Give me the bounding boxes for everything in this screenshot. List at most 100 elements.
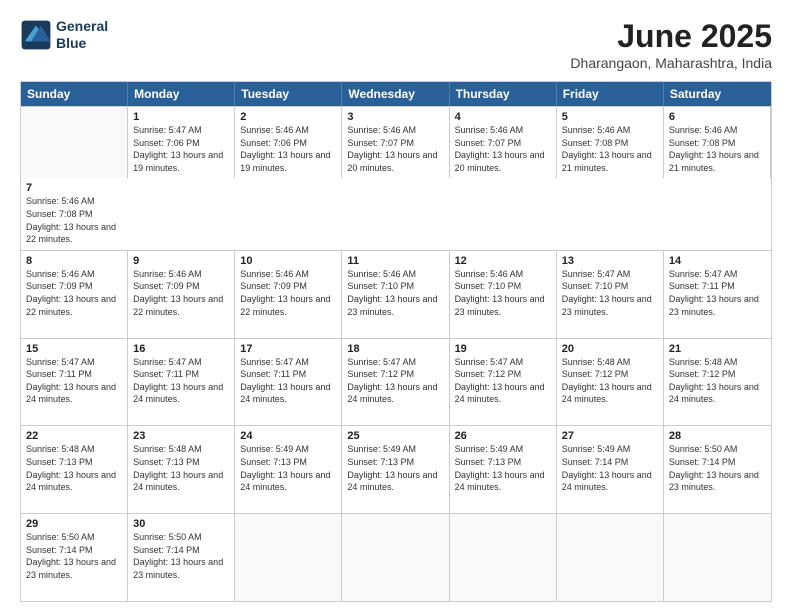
- calendar-cell: 30Sunrise: 5:50 AMSunset: 7:14 PMDayligh…: [128, 514, 235, 601]
- day-number: 18: [347, 343, 443, 355]
- cell-info: Sunrise: 5:46 AMSunset: 7:09 PMDaylight:…: [240, 268, 336, 318]
- calendar-cell: 2Sunrise: 5:46 AMSunset: 7:06 PMDaylight…: [235, 107, 342, 178]
- calendar-cell: 20Sunrise: 5:48 AMSunset: 7:12 PMDayligh…: [557, 339, 664, 426]
- cell-info: Sunrise: 5:50 AMSunset: 7:14 PMDaylight:…: [133, 531, 229, 581]
- cell-info: Sunrise: 5:48 AMSunset: 7:13 PMDaylight:…: [133, 443, 229, 493]
- cell-info: Sunrise: 5:47 AMSunset: 7:12 PMDaylight:…: [347, 356, 443, 406]
- cell-info: Sunrise: 5:47 AMSunset: 7:11 PMDaylight:…: [26, 356, 122, 406]
- logo-text: General Blue: [56, 18, 108, 52]
- day-number: 13: [562, 255, 658, 267]
- main-title: June 2025: [570, 18, 772, 55]
- cell-info: Sunrise: 5:49 AMSunset: 7:13 PMDaylight:…: [455, 443, 551, 493]
- cell-info: Sunrise: 5:46 AMSunset: 7:09 PMDaylight:…: [26, 268, 122, 318]
- day-number: 25: [347, 430, 443, 442]
- calendar-row: 22Sunrise: 5:48 AMSunset: 7:13 PMDayligh…: [21, 425, 771, 513]
- cell-info: Sunrise: 5:48 AMSunset: 7:12 PMDaylight:…: [562, 356, 658, 406]
- calendar-cell-empty: [342, 514, 449, 601]
- cell-info: Sunrise: 5:49 AMSunset: 7:14 PMDaylight:…: [562, 443, 658, 493]
- cell-info: Sunrise: 5:46 AMSunset: 7:08 PMDaylight:…: [562, 124, 658, 174]
- day-number: 14: [669, 255, 766, 267]
- calendar-cell: 6Sunrise: 5:46 AMSunset: 7:08 PMDaylight…: [664, 107, 771, 178]
- calendar-cell-empty: [557, 514, 664, 601]
- cell-info: Sunrise: 5:46 AMSunset: 7:07 PMDaylight:…: [455, 124, 551, 174]
- calendar-cell: 4Sunrise: 5:46 AMSunset: 7:07 PMDaylight…: [450, 107, 557, 178]
- logo: General Blue: [20, 18, 108, 52]
- calendar-cell-empty: [664, 514, 771, 601]
- calendar-row: 1Sunrise: 5:47 AMSunset: 7:06 PMDaylight…: [21, 106, 771, 250]
- calendar-cell: 25Sunrise: 5:49 AMSunset: 7:13 PMDayligh…: [342, 426, 449, 513]
- calendar-cell: 28Sunrise: 5:50 AMSunset: 7:14 PMDayligh…: [664, 426, 771, 513]
- cell-info: Sunrise: 5:46 AMSunset: 7:10 PMDaylight:…: [347, 268, 443, 318]
- subtitle: Dharangaon, Maharashtra, India: [570, 55, 772, 71]
- day-number: 9: [133, 255, 229, 267]
- calendar-cell: 13Sunrise: 5:47 AMSunset: 7:10 PMDayligh…: [557, 251, 664, 338]
- calendar-cell: 5Sunrise: 5:46 AMSunset: 7:08 PMDaylight…: [557, 107, 664, 178]
- calendar-cell: 14Sunrise: 5:47 AMSunset: 7:11 PMDayligh…: [664, 251, 771, 338]
- calendar-header-row: SundayMondayTuesdayWednesdayThursdayFrid…: [21, 82, 771, 106]
- day-number: 4: [455, 111, 551, 123]
- day-number: 11: [347, 255, 443, 267]
- calendar-cell: 29Sunrise: 5:50 AMSunset: 7:14 PMDayligh…: [21, 514, 128, 601]
- day-number: 1: [133, 111, 229, 123]
- calendar-row: 29Sunrise: 5:50 AMSunset: 7:14 PMDayligh…: [21, 513, 771, 601]
- cell-info: Sunrise: 5:47 AMSunset: 7:12 PMDaylight:…: [455, 356, 551, 406]
- cell-info: Sunrise: 5:47 AMSunset: 7:11 PMDaylight:…: [669, 268, 766, 318]
- day-number: 2: [240, 111, 336, 123]
- calendar-cell: 18Sunrise: 5:47 AMSunset: 7:12 PMDayligh…: [342, 339, 449, 426]
- day-number: 7: [26, 182, 123, 194]
- calendar-cell: 3Sunrise: 5:46 AMSunset: 7:07 PMDaylight…: [342, 107, 449, 178]
- day-number: 17: [240, 343, 336, 355]
- calendar-cell-empty: [450, 514, 557, 601]
- calendar-cell: 27Sunrise: 5:49 AMSunset: 7:14 PMDayligh…: [557, 426, 664, 513]
- calendar-cell: 16Sunrise: 5:47 AMSunset: 7:11 PMDayligh…: [128, 339, 235, 426]
- cell-info: Sunrise: 5:50 AMSunset: 7:14 PMDaylight:…: [26, 531, 122, 581]
- day-number: 6: [669, 111, 765, 123]
- day-number: 16: [133, 343, 229, 355]
- cell-info: Sunrise: 5:50 AMSunset: 7:14 PMDaylight:…: [669, 443, 766, 493]
- cell-info: Sunrise: 5:49 AMSunset: 7:13 PMDaylight:…: [240, 443, 336, 493]
- day-number: 22: [26, 430, 122, 442]
- calendar-cell: 10Sunrise: 5:46 AMSunset: 7:09 PMDayligh…: [235, 251, 342, 338]
- day-number: 27: [562, 430, 658, 442]
- calendar-cell: 7Sunrise: 5:46 AMSunset: 7:08 PMDaylight…: [21, 178, 128, 249]
- calendar-cell: 9Sunrise: 5:46 AMSunset: 7:09 PMDaylight…: [128, 251, 235, 338]
- day-number: 3: [347, 111, 443, 123]
- cell-info: Sunrise: 5:47 AMSunset: 7:06 PMDaylight:…: [133, 124, 229, 174]
- day-number: 29: [26, 518, 122, 530]
- calendar-body: 1Sunrise: 5:47 AMSunset: 7:06 PMDaylight…: [21, 106, 771, 601]
- calendar-header-cell: Sunday: [21, 82, 128, 106]
- day-number: 21: [669, 343, 766, 355]
- header: General Blue June 2025 Dharangaon, Mahar…: [20, 18, 772, 71]
- logo-line1: General: [56, 18, 108, 35]
- calendar: SundayMondayTuesdayWednesdayThursdayFrid…: [20, 81, 772, 602]
- day-number: 30: [133, 518, 229, 530]
- cell-info: Sunrise: 5:48 AMSunset: 7:13 PMDaylight:…: [26, 443, 122, 493]
- calendar-header-cell: Friday: [557, 82, 664, 106]
- day-number: 26: [455, 430, 551, 442]
- calendar-header-cell: Monday: [128, 82, 235, 106]
- calendar-row: 15Sunrise: 5:47 AMSunset: 7:11 PMDayligh…: [21, 338, 771, 426]
- calendar-cell: 24Sunrise: 5:49 AMSunset: 7:13 PMDayligh…: [235, 426, 342, 513]
- calendar-cell: 19Sunrise: 5:47 AMSunset: 7:12 PMDayligh…: [450, 339, 557, 426]
- calendar-cell: 1Sunrise: 5:47 AMSunset: 7:06 PMDaylight…: [128, 107, 235, 178]
- cell-info: Sunrise: 5:46 AMSunset: 7:06 PMDaylight:…: [240, 124, 336, 174]
- day-number: 8: [26, 255, 122, 267]
- day-number: 19: [455, 343, 551, 355]
- calendar-cell: 15Sunrise: 5:47 AMSunset: 7:11 PMDayligh…: [21, 339, 128, 426]
- calendar-row: 8Sunrise: 5:46 AMSunset: 7:09 PMDaylight…: [21, 250, 771, 338]
- day-number: 10: [240, 255, 336, 267]
- day-number: 23: [133, 430, 229, 442]
- cell-info: Sunrise: 5:46 AMSunset: 7:08 PMDaylight:…: [669, 124, 765, 174]
- calendar-cell-empty: [235, 514, 342, 601]
- day-number: 28: [669, 430, 766, 442]
- calendar-cell: 26Sunrise: 5:49 AMSunset: 7:13 PMDayligh…: [450, 426, 557, 513]
- calendar-cell-empty: [21, 107, 128, 178]
- calendar-header-cell: Tuesday: [235, 82, 342, 106]
- calendar-cell: 8Sunrise: 5:46 AMSunset: 7:09 PMDaylight…: [21, 251, 128, 338]
- calendar-cell: 23Sunrise: 5:48 AMSunset: 7:13 PMDayligh…: [128, 426, 235, 513]
- calendar-cell: 11Sunrise: 5:46 AMSunset: 7:10 PMDayligh…: [342, 251, 449, 338]
- cell-info: Sunrise: 5:49 AMSunset: 7:13 PMDaylight:…: [347, 443, 443, 493]
- calendar-cell: 21Sunrise: 5:48 AMSunset: 7:12 PMDayligh…: [664, 339, 771, 426]
- logo-line2: Blue: [56, 35, 108, 52]
- cell-info: Sunrise: 5:46 AMSunset: 7:10 PMDaylight:…: [455, 268, 551, 318]
